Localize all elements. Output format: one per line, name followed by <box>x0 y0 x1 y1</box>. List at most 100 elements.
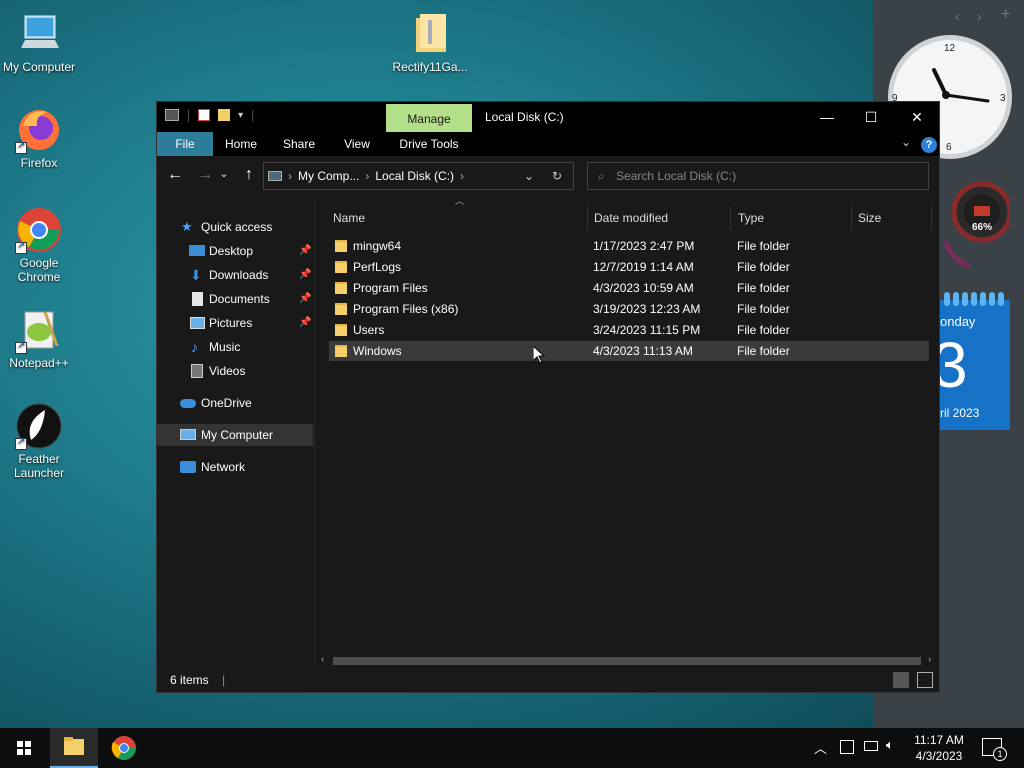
pin-icon: 📌 <box>299 245 312 256</box>
music-icon: ♪ <box>191 339 198 355</box>
close-button[interactable]: ✕ <box>902 106 932 128</box>
network-icon <box>180 461 196 473</box>
taskbar-chrome[interactable] <box>100 728 148 768</box>
folder-icon <box>64 737 84 755</box>
tray-volume-icon[interactable]: 🔈︎ <box>886 737 894 753</box>
ribbon-tabs: File Home Share View Drive Tools ⌄ ? <box>157 132 939 156</box>
address-bar[interactable]: › My Comp... › Local Disk (C:) › ⌄ ↻ <box>263 162 574 190</box>
folder-icon <box>335 282 347 294</box>
table-row[interactable]: PerfLogs 12/7/2019 1:14 AM File folder <box>329 257 929 277</box>
desktop-icon-rectify11[interactable]: Rectify11Ga... <box>390 10 470 74</box>
desktop-icon-feather-launcher[interactable]: Feather Launcher <box>0 402 78 480</box>
chrome-icon <box>111 736 136 760</box>
address-dropdown-icon[interactable]: ⌄ <box>524 169 534 183</box>
maximize-button[interactable]: ☐ <box>856 106 886 128</box>
sidebar-back-arrow[interactable]: ‹ <box>955 8 960 24</box>
new-folder-icon[interactable] <box>218 109 231 121</box>
clock-date: 4/3/2023 <box>915 749 963 763</box>
table-row[interactable]: Program Files 4/3/2023 10:59 AM File fol… <box>329 278 929 298</box>
gauge-widget[interactable]: 66% <box>940 180 1013 270</box>
nav-item-pictures[interactable]: Pictures 📌 <box>157 312 313 334</box>
sidebar-add-button[interactable]: + <box>1001 6 1010 24</box>
firefox-icon <box>15 106 63 154</box>
calendar-widget[interactable]: onday 3 ril 2023 <box>932 292 1010 430</box>
folder-icon <box>335 345 347 357</box>
shortcut-arrow-icon <box>15 140 27 154</box>
forward-button[interactable]: → <box>194 164 216 186</box>
pin-icon: 📌 <box>299 269 312 280</box>
large-icons-view-button[interactable] <box>917 672 933 688</box>
expand-ribbon-icon[interactable]: ⌄ <box>901 135 911 149</box>
minimize-button[interactable]: — <box>812 106 842 128</box>
desktop-icon-firefox[interactable]: Firefox <box>0 106 78 170</box>
nav-item-network[interactable]: Network <box>157 456 313 478</box>
column-header-size[interactable]: Size <box>852 206 932 230</box>
drive-icon[interactable] <box>165 109 179 121</box>
horizontal-scrollbar[interactable]: ‹ › <box>317 654 939 668</box>
nav-item-documents[interactable]: Documents 📌 <box>157 288 313 310</box>
details-view-button[interactable] <box>893 672 909 688</box>
nav-item-downloads[interactable]: ⬇ Downloads 📌 <box>157 264 313 286</box>
action-center-button[interactable]: 1 <box>982 738 1007 761</box>
tab-drive-tools[interactable]: Drive Tools <box>386 132 472 156</box>
column-header-date-modified[interactable]: Date modified <box>588 206 731 230</box>
folder-icon <box>335 303 347 315</box>
show-hidden-icons-button[interactable]: ︿ <box>814 738 827 757</box>
title-bar[interactable]: | ▾ | Manage Local Disk (C:) — ☐ ✕ <box>157 102 939 132</box>
nav-item-quick-access[interactable]: ★ Quick access <box>157 216 313 238</box>
feather-icon <box>15 402 63 450</box>
column-header-type[interactable]: Type <box>732 206 852 230</box>
clock-number-6: 6 <box>946 142 952 153</box>
help-button[interactable]: ? <box>921 137 937 153</box>
video-icon <box>191 364 203 378</box>
desktop-icon-notepadpp[interactable]: Notepad++ <box>0 306 78 370</box>
notepadpp-icon <box>15 306 63 354</box>
recent-locations-dropdown[interactable]: ⌄ <box>218 164 230 186</box>
file-explorer-window[interactable]: | ▾ | Manage Local Disk (C:) — ☐ ✕ File … <box>156 101 940 693</box>
taskbar-file-explorer[interactable] <box>50 728 98 768</box>
table-row[interactable]: Windows 4/3/2023 11:13 AM File folder <box>329 341 929 361</box>
customize-dropdown-icon[interactable]: ▾ <box>238 110 243 121</box>
nav-item-music[interactable]: ♪ Music <box>157 336 313 358</box>
breadcrumb-my-computer[interactable]: My Comp... <box>298 169 359 183</box>
gauge-value: 66% <box>972 222 993 233</box>
back-button[interactable]: ← <box>164 164 186 186</box>
clock-time: 11:17 AM <box>914 733 964 747</box>
desktop-icon-chrome[interactable]: Google Chrome <box>0 206 78 284</box>
table-row[interactable]: Users 3/24/2023 11:15 PM File folder <box>329 320 929 340</box>
properties-icon[interactable] <box>198 109 211 121</box>
clock[interactable]: 11:17 AM 4/3/2023 <box>908 732 970 764</box>
breadcrumb-separator: › <box>460 169 465 183</box>
scrollbar-thumb[interactable] <box>333 657 921 665</box>
column-header-name[interactable]: Name <box>327 206 588 230</box>
scroll-left-arrow[interactable]: ‹ <box>321 654 324 665</box>
shortcut-arrow-icon <box>15 240 27 254</box>
zip-folder-icon <box>406 10 454 58</box>
refresh-icon[interactable]: ↻ <box>552 169 562 183</box>
nav-item-desktop[interactable]: Desktop 📌 <box>157 240 313 262</box>
document-icon <box>192 292 203 306</box>
tab-file[interactable]: File <box>157 132 213 156</box>
tab-home[interactable]: Home <box>219 132 263 156</box>
search-input[interactable]: ⌕ Search Local Disk (C:) <box>587 162 929 190</box>
nav-item-onedrive[interactable]: OneDrive <box>157 392 313 414</box>
windows-logo-icon <box>17 741 31 755</box>
tab-share[interactable]: Share <box>277 132 321 156</box>
breadcrumb-separator: › <box>288 169 292 183</box>
tab-view[interactable]: View <box>335 132 379 156</box>
table-row[interactable]: mingw64 1/17/2023 2:47 PM File folder <box>329 236 929 256</box>
breadcrumb-separator: › <box>365 169 370 183</box>
breadcrumb-local-disk[interactable]: Local Disk (C:) <box>375 169 454 183</box>
start-button[interactable] <box>0 728 48 768</box>
sidebar-forward-arrow[interactable]: › <box>977 8 982 24</box>
up-button[interactable]: ↑ <box>238 164 260 186</box>
desktop-icon-my-computer[interactable]: My Computer <box>0 10 78 74</box>
computer-icon <box>15 10 63 58</box>
tab-manage[interactable]: Manage <box>386 104 472 132</box>
nav-item-my-computer[interactable]: My Computer <box>157 424 313 446</box>
tray-network-icon[interactable] <box>864 741 878 751</box>
tray-security-icon[interactable] <box>840 740 854 754</box>
scroll-right-arrow[interactable]: › <box>928 654 931 665</box>
table-row[interactable]: Program Files (x86) 3/19/2023 12:23 AM F… <box>329 299 929 319</box>
nav-item-videos[interactable]: Videos <box>157 360 313 382</box>
